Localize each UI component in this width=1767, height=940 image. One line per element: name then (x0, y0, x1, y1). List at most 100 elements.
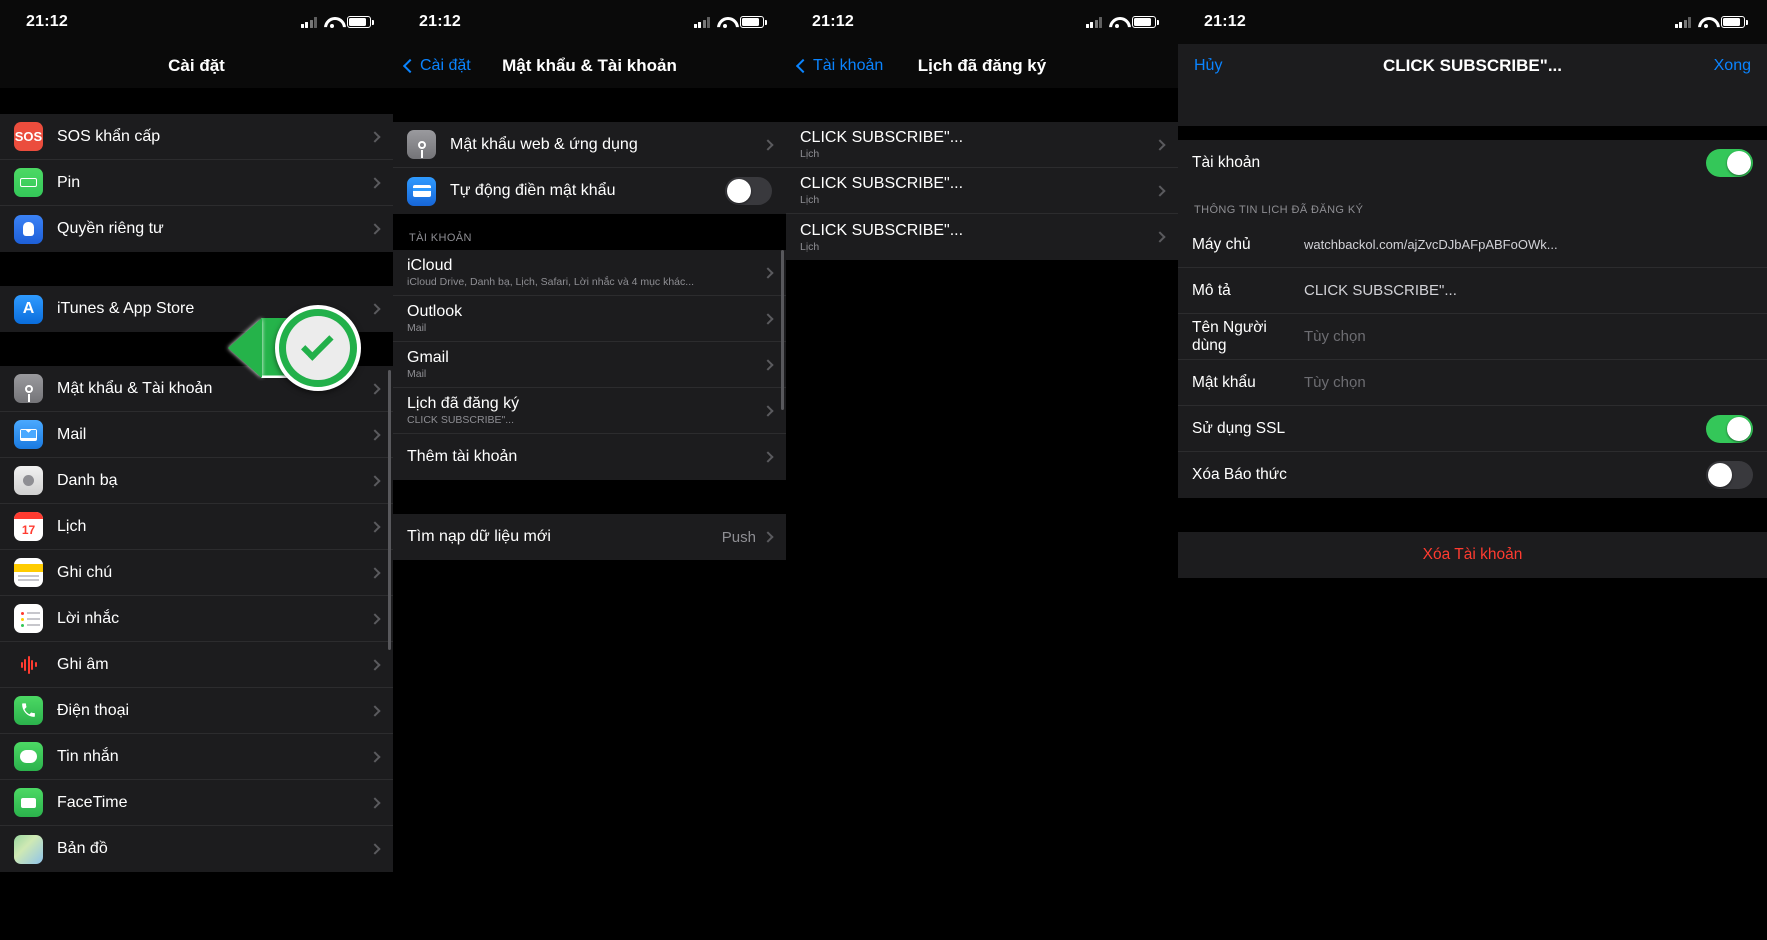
chevron-right-icon (762, 312, 774, 325)
list-item[interactable]: CLICK SUBSCRIBE"... Lịch (786, 168, 1178, 214)
sidebar-item-facetime[interactable]: FaceTime (0, 780, 393, 826)
cancel-button[interactable]: Hủy (1194, 57, 1222, 75)
delete-account-button[interactable]: Xóa Tài khoản (1178, 532, 1767, 578)
row-label: Điện thoại (57, 701, 130, 719)
row-label: Tài khoản (1192, 154, 1261, 171)
chevron-right-icon (762, 358, 774, 371)
row-label: CLICK SUBSCRIBE"... Lịch (800, 222, 1156, 253)
list-item[interactable]: CLICK SUBSCRIBE"... Lịch (786, 122, 1178, 168)
list-item[interactable]: CLICK SUBSCRIBE"... Lịch (786, 214, 1178, 260)
battery-settings-icon (14, 168, 43, 197)
section-gap (0, 332, 393, 366)
mail-icon (14, 420, 43, 449)
chevron-right-icon (762, 531, 774, 543)
status-bar: 21:12 (786, 0, 1178, 44)
row-account-icloud[interactable]: iCloud iCloud Drive, Danh bạ, Lịch, Safa… (393, 250, 786, 296)
sidebar-item-reminders[interactable]: Lời nhắc (0, 596, 393, 642)
chevron-right-icon (369, 176, 381, 189)
field-label: Mật khẩu (1192, 373, 1256, 391)
cellular-signal-icon (300, 16, 317, 28)
sidebar-item-battery[interactable]: Pin (0, 160, 393, 206)
remove-alarms-toggle[interactable] (1706, 461, 1753, 489)
row-account-gmail[interactable]: Gmail Mail (393, 342, 786, 388)
subscribed-calendar-list: CLICK SUBSCRIBE"... Lịch CLICK SUBSCRIBE… (786, 122, 1178, 260)
wifi-icon (1109, 16, 1125, 28)
sidebar-item-privacy[interactable]: Quyền riêng tư (0, 206, 393, 252)
cellular-signal-icon (1085, 16, 1102, 28)
sidebar-item-maps[interactable]: Bản đồ (0, 826, 393, 872)
cellular-signal-icon (1674, 16, 1691, 28)
row-account-outlook[interactable]: Outlook Mail (393, 296, 786, 342)
row-label: Lịch đã đăng ký CLICK SUBSCRIBE"... (407, 395, 764, 426)
sidebar-item-calendar[interactable]: 17 Lịch (0, 504, 393, 550)
chevron-right-icon (369, 303, 381, 315)
phone-icon (14, 696, 43, 725)
field-password[interactable]: Mật khẩu Tùy chọn (1178, 360, 1767, 406)
row-fetch-new-data[interactable]: Tìm nạp dữ liệu mới Push (393, 514, 786, 560)
autofill-toggle[interactable] (725, 177, 772, 205)
sidebar-item-passwords-accounts[interactable]: Mật khẩu & Tài khoản (0, 366, 393, 412)
back-button[interactable]: Cài đặt (402, 57, 471, 75)
row-label: CLICK SUBSCRIBE"... Lịch (800, 175, 1156, 206)
row-autofill-passwords[interactable]: Tự động điền mật khẩu (393, 168, 786, 214)
row-label: Mật khẩu & Tài khoản (57, 379, 213, 397)
chevron-right-icon (369, 796, 381, 809)
nav-bar-settings: Cài đặt (0, 44, 393, 88)
sidebar-item-voice-memos[interactable]: Ghi âm (0, 642, 393, 688)
row-label: Tìm nạp dữ liệu mới (407, 528, 551, 545)
battery-icon (1132, 16, 1160, 28)
field-description[interactable]: Mô tả CLICK SUBSCRIBE"... (1178, 268, 1767, 314)
row-remove-alarms[interactable]: Xóa Báo thức (1178, 452, 1767, 498)
field-server[interactable]: Máy chủ watchbackol.com/ajZvcDJbAFpABFoO… (1178, 222, 1767, 268)
scrollbar[interactable] (781, 250, 784, 410)
row-use-ssl[interactable]: Sử dụng SSL (1178, 406, 1767, 452)
scrollbar[interactable] (388, 370, 391, 650)
field-value: CLICK SUBSCRIBE"... (1304, 282, 1457, 299)
done-button[interactable]: Xong (1714, 57, 1751, 75)
battery-icon (347, 16, 375, 28)
sidebar-item-sos[interactable]: SOS SOS khẩn cấp (0, 114, 393, 160)
panel-settings: 21:12 Cài đặt SOS SOS khẩn cấp Pin Quyền… (0, 0, 393, 940)
row-account-subscribed-calendars[interactable]: Lịch đã đăng ký CLICK SUBSCRIBE"... (393, 388, 786, 434)
row-label: Xóa Báo thức (1192, 466, 1287, 483)
back-button[interactable]: Tài khoản (795, 57, 883, 75)
account-sub: iCloud Drive, Danh bạ, Lịch, Safari, Lời… (407, 276, 695, 288)
section-gap (393, 480, 786, 514)
key-icon (407, 130, 436, 159)
sidebar-item-contacts[interactable]: Danh bạ (0, 458, 393, 504)
battery-icon (1721, 16, 1749, 28)
wifi-icon (1698, 16, 1714, 28)
row-label: Quyền riêng tư (57, 220, 164, 237)
account-sub: Mail (407, 368, 427, 380)
ssl-toggle[interactable] (1706, 414, 1753, 443)
chevron-right-icon (369, 750, 381, 763)
row-label: Danh bạ (57, 471, 118, 489)
page-title: Mật khẩu & Tài khoản (502, 56, 677, 75)
account-toggle[interactable] (1706, 149, 1753, 177)
account-name: Gmail (407, 349, 449, 366)
row-account-toggle[interactable]: Tài khoản (1178, 140, 1767, 186)
calendar-sub: Lịch (800, 194, 820, 206)
sidebar-item-notes[interactable]: Ghi chú (0, 550, 393, 596)
sidebar-item-mail[interactable]: Mail (0, 412, 393, 458)
panel-passwords-accounts: 21:12 Cài đặt Mật khẩu & Tài khoản Mật k… (393, 0, 786, 940)
row-label: Sử dụng SSL (1192, 419, 1286, 437)
row-website-app-passwords[interactable]: Mật khẩu web & ứng dụng (393, 122, 786, 168)
row-label: Outlook Mail (407, 303, 764, 334)
notes-icon (14, 558, 43, 587)
calendar-name: CLICK SUBSCRIBE"... (800, 221, 964, 239)
calendar-icon: 17 (14, 512, 43, 541)
field-username[interactable]: Tên Người dùng Tùy chọn (1178, 314, 1767, 360)
sidebar-item-phone[interactable]: Điện thoại (0, 688, 393, 734)
chevron-right-icon (369, 704, 381, 717)
row-add-account[interactable]: Thêm tài khoản (393, 434, 786, 480)
chevron-right-icon (369, 428, 381, 441)
row-label: Pin (57, 173, 81, 191)
row-label: iCloud iCloud Drive, Danh bạ, Lịch, Safa… (407, 257, 764, 288)
sidebar-item-itunes-app-store[interactable]: A iTunes & App Store (0, 286, 393, 332)
row-label: Tin nhắn (57, 747, 119, 765)
sidebar-item-messages[interactable]: Tin nhắn (0, 734, 393, 780)
account-name: iCloud (407, 257, 453, 274)
field-value: watchbackol.com/ajZvcDJbAFpABFoOWk... (1304, 237, 1558, 252)
chevron-right-icon (369, 612, 381, 625)
